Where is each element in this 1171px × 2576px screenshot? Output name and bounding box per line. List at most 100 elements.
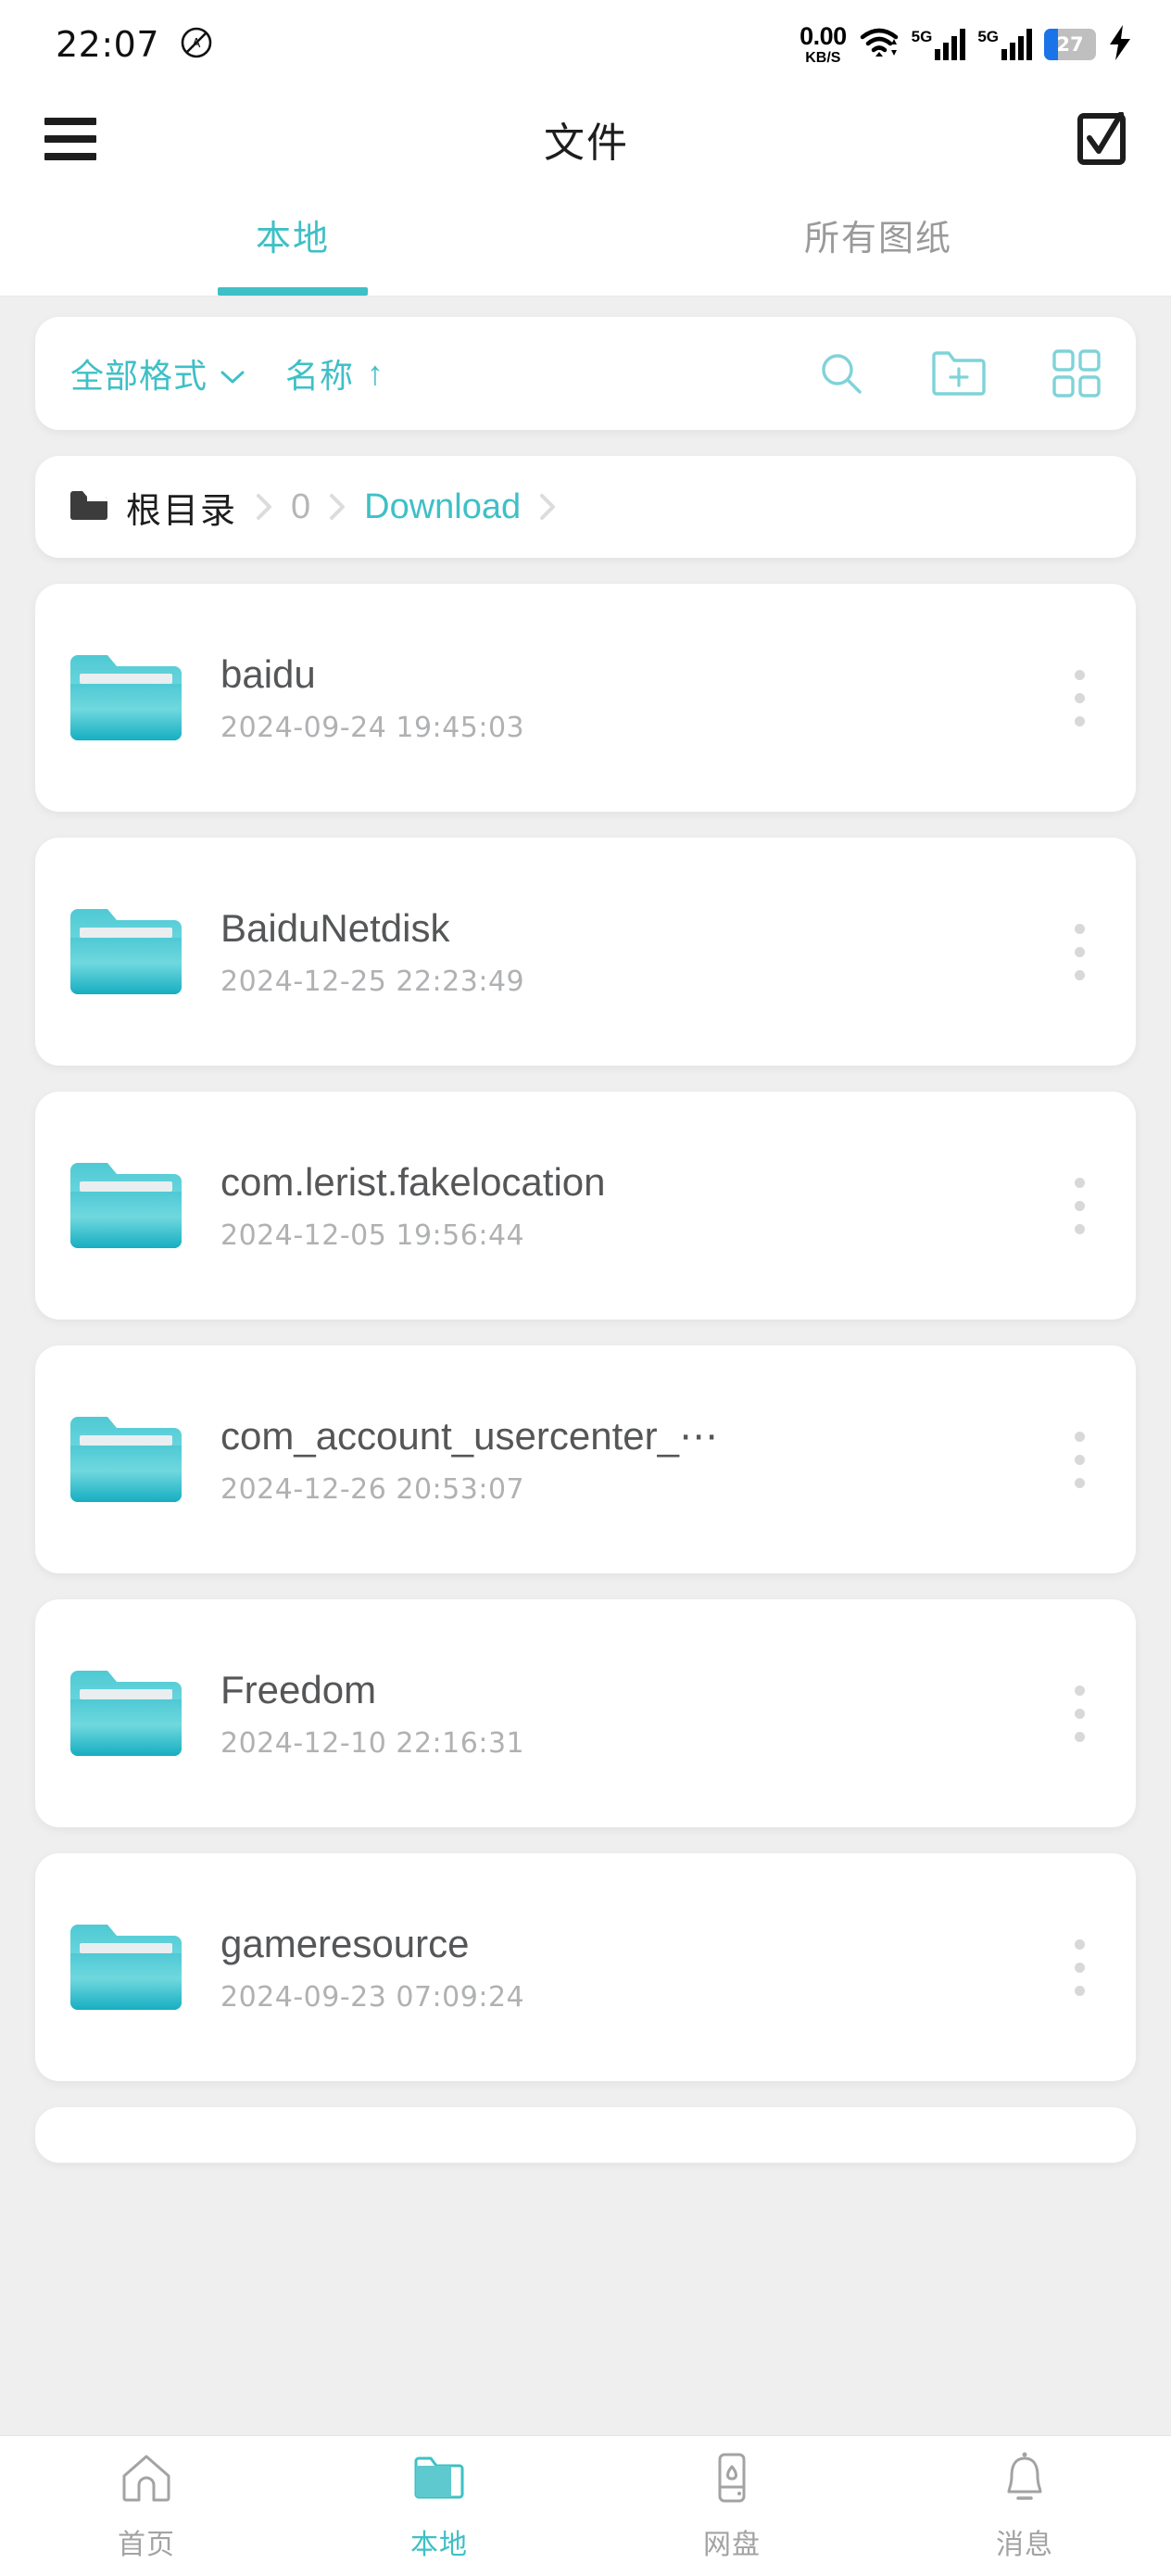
file-info: Freedom 2024-12-10 22:16:31 [220, 1668, 1047, 1760]
sort-button[interactable]: 名称 ↑ [285, 349, 384, 398]
breadcrumb-item-0[interactable]: 0 [291, 487, 310, 527]
folder-icon [70, 1923, 182, 2012]
lightning-bolt-icon [1108, 24, 1132, 65]
bottom-navigation: 首页 本地 网盘 消息 [0, 2435, 1171, 2576]
more-vertical-icon[interactable] [1047, 1921, 1112, 2014]
more-vertical-icon[interactable] [1047, 1667, 1112, 1760]
app-screen: 22:07 A 0.00 KB/S 5G 5G 27 文件 本地 所有图纸 全部… [0, 0, 1171, 2576]
more-vertical-icon[interactable] [1047, 651, 1112, 744]
file-info: com_account_usercenter_⋯ 2024-12-26 20:5… [220, 1413, 1047, 1506]
file-date: 2024-09-23 07:09:24 [220, 1980, 525, 2014]
status-bar: 22:07 A 0.00 KB/S 5G 5G 27 [0, 0, 1171, 89]
sim1-network-label: 5G [911, 28, 933, 45]
file-info: baidu 2024-09-24 19:45:03 [220, 652, 1047, 744]
grid-view-icon[interactable] [1051, 347, 1102, 399]
more-vertical-icon[interactable] [1047, 1413, 1112, 1506]
nav-item-cloud-drive-label: 网盘 [703, 2530, 761, 2560]
network-speed-indicator: 0.00 KB/S [800, 21, 847, 66]
table-row[interactable]: Freedom 2024-12-10 22:16:31 [35, 1599, 1136, 1827]
checkbox-select-icon[interactable] [1077, 112, 1127, 166]
do-not-disturb-icon: A [178, 24, 215, 66]
folder-icon [70, 1669, 182, 1758]
status-clock: 22:07 [56, 24, 160, 65]
nav-item-local[interactable]: 本地 [293, 2436, 586, 2576]
more-vertical-icon[interactable] [1047, 905, 1112, 998]
sort-ascending-icon: ↑ [367, 354, 385, 392]
table-row[interactable]: gameresource 2024-09-23 07:09:24 [35, 1853, 1136, 2081]
table-row[interactable]: BaiduNetdisk 2024-12-25 22:23:49 [35, 838, 1136, 1066]
folder-icon [70, 1161, 182, 1250]
file-date: 2024-12-25 22:23:49 [220, 965, 525, 998]
sort-label: 名称 [285, 357, 355, 395]
status-bar-left: 22:07 A [56, 24, 215, 66]
file-name: Freedom [220, 1667, 377, 1711]
folder-icon [70, 1415, 182, 1504]
nav-item-local-label: 本地 [410, 2530, 468, 2560]
folder-icon [70, 907, 182, 996]
nav-item-messages-label: 消息 [996, 2530, 1053, 2560]
file-date: 2024-12-26 20:53:07 [220, 1473, 525, 1506]
table-row-partial[interactable] [35, 2107, 1136, 2163]
folder-icon [70, 653, 182, 742]
cloud-drive-icon [704, 2450, 760, 2510]
file-name: com.lerist.fakelocation [220, 1159, 606, 1204]
tab-local[interactable]: 本地 [0, 189, 586, 296]
home-icon [119, 2450, 174, 2510]
battery-percent-label: 27 [1056, 33, 1084, 56]
file-name: baidu [220, 651, 316, 696]
chevron-right-icon [535, 488, 560, 525]
tab-all-drawings-label: 所有图纸 [803, 220, 952, 259]
bell-icon [997, 2450, 1052, 2510]
status-bar-right: 0.00 KB/S 5G 5G 27 [800, 21, 1132, 66]
file-name: BaiduNetdisk [220, 905, 450, 950]
toolbar-actions [815, 347, 1102, 399]
breadcrumb: 根目录 0 Download [35, 456, 1136, 558]
folder-icon [411, 2450, 467, 2510]
battery-indicator: 27 [1044, 29, 1096, 60]
page-title: 文件 [544, 120, 629, 166]
breadcrumb-item-download[interactable]: Download [364, 487, 521, 527]
search-icon[interactable] [815, 347, 867, 399]
sim2-signal-bars [1001, 29, 1032, 60]
chevron-right-icon [325, 488, 349, 525]
nav-item-cloud-drive[interactable]: 网盘 [586, 2436, 878, 2576]
new-folder-icon[interactable] [930, 348, 988, 398]
file-info: com.lerist.fakelocation 2024-12-05 19:56… [220, 1160, 1047, 1252]
tab-all-drawings[interactable]: 所有图纸 [586, 189, 1171, 296]
nav-item-messages[interactable]: 消息 [878, 2436, 1171, 2576]
more-vertical-icon[interactable] [1047, 1159, 1112, 1252]
wifi-icon [859, 26, 900, 64]
tab-active-indicator [218, 287, 368, 296]
file-info: gameresource 2024-09-23 07:09:24 [220, 1922, 1047, 2014]
net-speed-unit: KB/S [805, 49, 841, 66]
table-row[interactable]: com_account_usercenter_⋯ 2024-12-26 20:5… [35, 1345, 1136, 1573]
app-header: 文件 [0, 89, 1171, 189]
net-speed-value: 0.00 [800, 21, 847, 50]
file-info: BaiduNetdisk 2024-12-25 22:23:49 [220, 906, 1047, 998]
file-name: gameresource [220, 1921, 470, 1965]
format-filter-button[interactable]: 全部格式 [70, 349, 245, 398]
sim1-signal-bars [935, 29, 966, 60]
sim2-signal-indicator: 5G [977, 29, 1032, 60]
file-date: 2024-09-24 19:45:03 [220, 711, 525, 744]
svg-text:A: A [193, 37, 201, 51]
file-name: com_account_usercenter_⋯ [220, 1414, 718, 1458]
folder-icon [69, 488, 117, 526]
chevron-down-icon [220, 354, 245, 393]
nav-item-home[interactable]: 首页 [0, 2436, 293, 2576]
file-date: 2024-12-10 22:16:31 [220, 1726, 525, 1760]
table-row[interactable]: com.lerist.fakelocation 2024-12-05 19:56… [35, 1092, 1136, 1320]
table-row[interactable]: baidu 2024-09-24 19:45:03 [35, 584, 1136, 812]
tab-local-label: 本地 [255, 220, 330, 259]
file-toolbar: 全部格式 名称 ↑ [35, 317, 1136, 430]
hamburger-menu-icon[interactable] [44, 118, 96, 160]
file-date: 2024-12-05 19:56:44 [220, 1219, 525, 1252]
sim1-signal-indicator: 5G [912, 29, 966, 60]
sim2-network-label: 5G [977, 28, 999, 45]
tab-bar: 本地 所有图纸 [0, 189, 1171, 297]
breadcrumb-item-root[interactable]: 根目录 [126, 482, 237, 533]
chevron-right-icon [252, 488, 276, 525]
format-filter-label: 全部格式 [70, 357, 208, 395]
file-browser-content: 全部格式 名称 ↑ 根目录 0 Download baidu 2024-09-2… [0, 297, 1171, 2435]
nav-item-home-label: 首页 [118, 2530, 175, 2560]
